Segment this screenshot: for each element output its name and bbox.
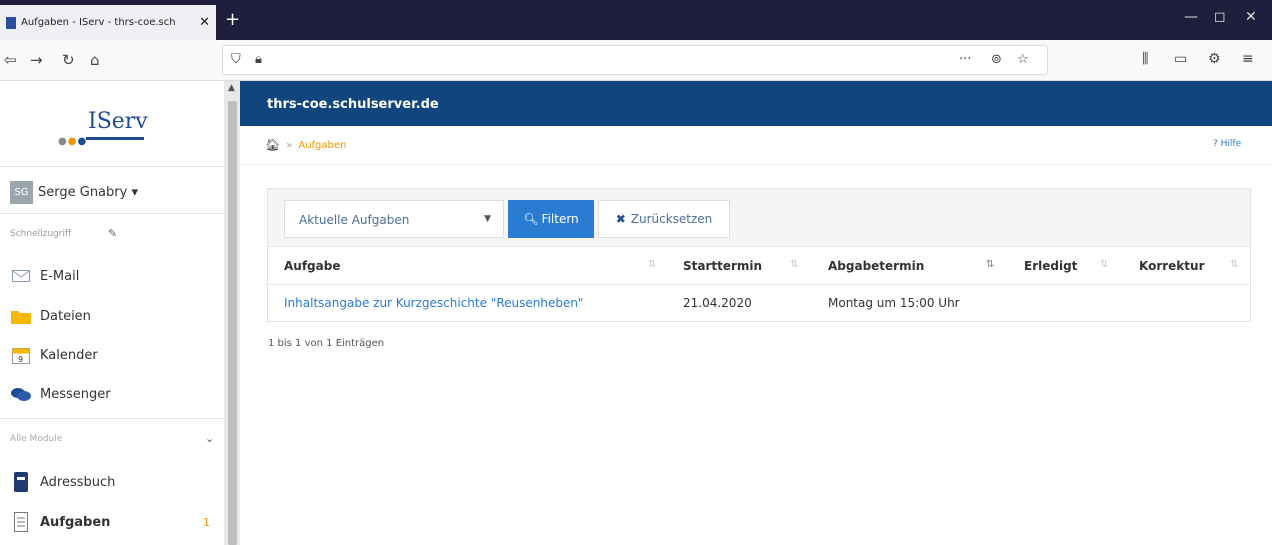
breadcrumb-current[interactable]: Aufgaben — [298, 140, 346, 151]
chevron-down-icon[interactable]: ⌄ — [205, 432, 214, 445]
sidebar-item-aufgaben[interactable]: Aufgaben 1 — [10, 512, 220, 532]
task-start-date: 21.04.2020 — [683, 296, 752, 310]
browser-titlebar: Aufgaben - IServ - thrs-coe.sch ✕ + — ◻ … — [0, 0, 1272, 40]
logo-text: IServ — [88, 109, 148, 134]
reset-label: Zurücksetzen — [630, 212, 713, 226]
sidebar-item-label: E-Mail — [40, 268, 80, 284]
close-icon: ✖ — [615, 212, 626, 226]
pocket-icon[interactable]: ⊚ — [991, 52, 1002, 67]
page-actions-icon[interactable]: ··· — [959, 52, 971, 67]
dropdown-caret-icon: ▼ — [484, 214, 491, 224]
close-window-button[interactable]: ✕ — [1245, 9, 1257, 25]
sidebar-item-messenger[interactable]: Messenger — [10, 385, 220, 403]
tasks-icon — [10, 512, 32, 532]
sort-icon[interactable]: ⇅ — [1100, 259, 1108, 270]
back-icon[interactable]: ⇦ — [4, 51, 17, 69]
filter-label: Filtern — [541, 212, 579, 226]
sidebar-item-label: Messenger — [40, 386, 111, 402]
notification-badge: 1 — [203, 515, 210, 529]
logo-dots-icon: ●●● — [58, 136, 88, 147]
site-title: thrs-coe.schulserver.de — [267, 97, 439, 112]
avatar: SG — [10, 181, 33, 204]
tasks-table: Aufgabe ⇅ Starttermin ⇅ Abgabetermin ⇅ E… — [267, 246, 1251, 322]
column-header-erledigt[interactable]: Erledigt — [1024, 259, 1077, 273]
mail-icon — [10, 267, 32, 285]
all-modules-label[interactable]: Alle Module — [10, 434, 220, 444]
scroll-up-arrow-icon[interactable]: ▲ — [228, 83, 235, 93]
column-header-abgabetermin[interactable]: Abgabetermin — [828, 259, 924, 273]
sort-icon[interactable]: ⇅ — [790, 259, 798, 270]
bookmark-star-icon[interactable]: ☆ — [1017, 52, 1029, 67]
sort-icon[interactable]: ⇅ — [648, 259, 656, 270]
tab-close-icon[interactable]: ✕ — [199, 15, 210, 30]
sidebar-item-label: Dateien — [40, 308, 91, 324]
browser-tab[interactable]: Aufgaben - IServ - thrs-coe.sch ✕ — [0, 5, 216, 40]
column-header-starttermin[interactable]: Starttermin — [683, 259, 762, 273]
divider — [0, 166, 224, 167]
tab-title: Aufgaben - IServ - thrs-coe.sch — [21, 17, 176, 28]
divider — [0, 418, 224, 419]
sort-icon[interactable]: ⇅ — [1230, 259, 1238, 270]
lock-icon[interactable]: 🔒︎ — [255, 52, 262, 67]
svg-text:9: 9 — [18, 355, 23, 364]
tab-favicon-icon — [6, 16, 16, 29]
menu-icon[interactable]: ≡ — [1242, 51, 1254, 67]
sidebar-item-dateien[interactable]: Dateien — [10, 307, 220, 325]
divider — [268, 284, 1250, 285]
logo-underline — [86, 137, 144, 140]
sidebar-item-label: Aufgaben — [40, 514, 111, 530]
maximize-button[interactable]: ◻ — [1214, 9, 1226, 25]
search-icon: 🔍︎ — [523, 212, 539, 226]
iserv-logo[interactable]: ●●● IServ — [58, 107, 178, 147]
task-title-link[interactable]: Inhaltsangabe zur Kurzgeschichte "Reusen… — [284, 296, 583, 310]
sidebar-item-label: Kalender — [40, 347, 98, 363]
addressbook-icon — [10, 472, 32, 492]
column-header-aufgabe[interactable]: Aufgabe — [284, 259, 340, 273]
filter-button[interactable]: 🔍︎ Filtern — [508, 200, 594, 238]
help-icon: ? — [1213, 139, 1218, 149]
sidebar-item-adressbuch[interactable]: Adressbuch — [10, 472, 220, 492]
sidebar-toggle-icon[interactable]: ▭ — [1174, 51, 1187, 67]
edit-pencil-icon[interactable]: ✎ — [108, 227, 117, 240]
column-header-korrektur[interactable]: Korrektur — [1139, 259, 1204, 273]
forward-icon[interactable]: → — [30, 51, 43, 69]
library-icon[interactable]: ⫼ — [1142, 51, 1148, 67]
sidebar-item-email[interactable]: E-Mail — [10, 267, 220, 285]
sidebar-item-kalender[interactable]: 9 Kalender — [10, 346, 220, 364]
reset-button[interactable]: ✖ Zurücksetzen — [598, 200, 730, 238]
sidebar-item-label: Adressbuch — [40, 474, 116, 490]
select-value: Aktuelle Aufgaben — [299, 213, 410, 227]
help-label: Hilfe — [1220, 139, 1242, 149]
breadcrumb-separator: » — [286, 139, 293, 151]
calendar-icon: 9 — [10, 346, 32, 364]
user-name: Serge Gnabry ▾ — [38, 185, 138, 200]
extension-icon[interactable]: ⚙ — [1208, 51, 1221, 67]
page-header: thrs-coe.schulserver.de — [240, 81, 1272, 126]
shield-icon[interactable]: ⛉ — [231, 52, 241, 67]
divider — [0, 213, 224, 214]
chat-icon — [10, 385, 32, 403]
sidebar: ●●● IServ SG Serge Gnabry ▾ Schnellzugri… — [0, 81, 224, 545]
browser-toolbar: ⇦ → ↻ ⌂ ⛉ 🔒︎ ··· ⊚ ☆ ⫼ ▭ ⚙ ≡ — [0, 40, 1272, 81]
table-info: 1 bis 1 von 1 Einträgen — [268, 338, 385, 349]
home-icon[interactable]: ⌂ — [90, 51, 100, 69]
user-menu[interactable]: SG Serge Gnabry ▾ — [10, 181, 138, 204]
minimize-button[interactable]: — — [1184, 9, 1198, 25]
divider — [240, 164, 1272, 165]
task-due-date: Montag um 15:00 Uhr — [828, 296, 960, 310]
folder-icon — [10, 307, 32, 325]
scrollbar-thumb[interactable] — [228, 101, 237, 545]
help-link[interactable]: ? Hilfe — [1213, 139, 1241, 149]
task-filter-select[interactable]: Aktuelle Aufgaben ▼ — [284, 200, 504, 238]
new-tab-button[interactable]: + — [225, 9, 240, 30]
home-breadcrumb-icon[interactable]: 🏠︎ — [265, 138, 280, 152]
url-bar[interactable]: ⛉ 🔒︎ ··· ⊚ ☆ — [222, 45, 1048, 75]
breadcrumb: 🏠︎ » Aufgaben — [265, 138, 346, 152]
sort-desc-icon[interactable]: ⇅ — [986, 259, 994, 270]
quick-access-label: Schnellzugriff — [10, 229, 72, 239]
reload-icon[interactable]: ↻ — [62, 51, 75, 69]
